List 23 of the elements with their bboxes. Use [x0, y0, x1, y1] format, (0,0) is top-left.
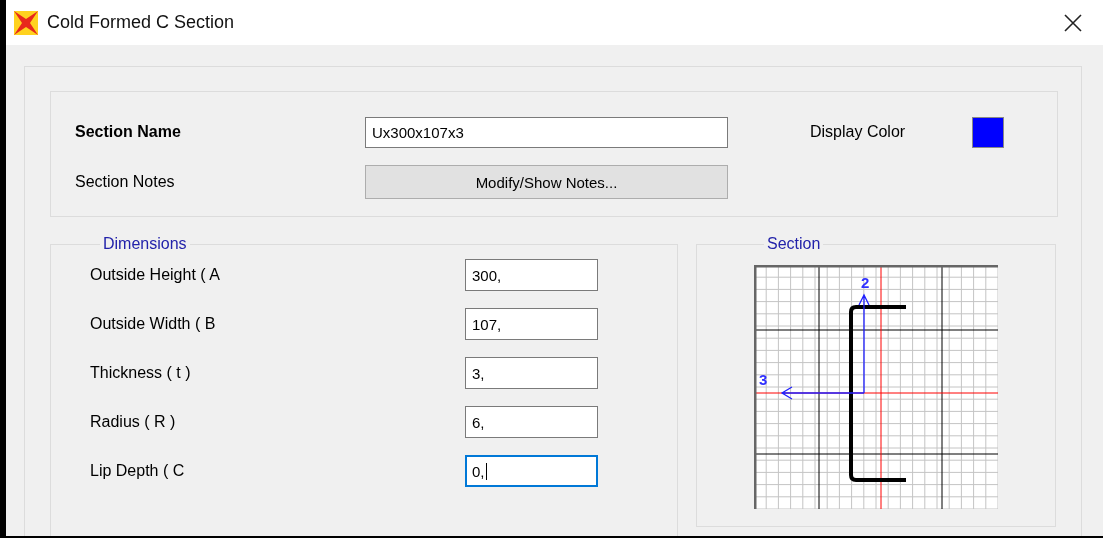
field-label: Radius ( R ) — [90, 413, 177, 431]
field-label: Outside Height ( A — [90, 266, 221, 284]
dimension-field[interactable]: 6, — [465, 406, 598, 438]
field-label: Thickness ( t ) — [90, 364, 192, 382]
app-icon — [13, 9, 39, 36]
axis-label: 2 — [861, 274, 870, 291]
section-name-field[interactable]: Ux300x107x3 — [365, 116, 728, 148]
field-label: Outside Width ( B — [90, 315, 217, 333]
dimension-field[interactable]: 3, — [465, 357, 598, 389]
notes-button[interactable]: Modify/Show Notes... — [365, 165, 728, 199]
window-title: Cold Formed C Section — [47, 12, 236, 33]
group-title: Dimensions — [102, 235, 188, 253]
field-label: Section Name — [75, 123, 182, 141]
axis-label: 3 — [759, 371, 768, 388]
group-title: Section — [766, 235, 822, 253]
color-swatch[interactable] — [972, 116, 1004, 148]
field-label: Lip Depth ( C — [90, 462, 186, 480]
close-icon[interactable] — [1063, 12, 1083, 33]
dimension-field[interactable]: 107, — [465, 308, 598, 340]
dimension-field[interactable]: 300, — [465, 259, 598, 291]
field-label: Section Notes — [75, 173, 176, 191]
dimension-field[interactable]: 0, — [465, 455, 598, 487]
field-label: Display Color — [810, 123, 907, 141]
